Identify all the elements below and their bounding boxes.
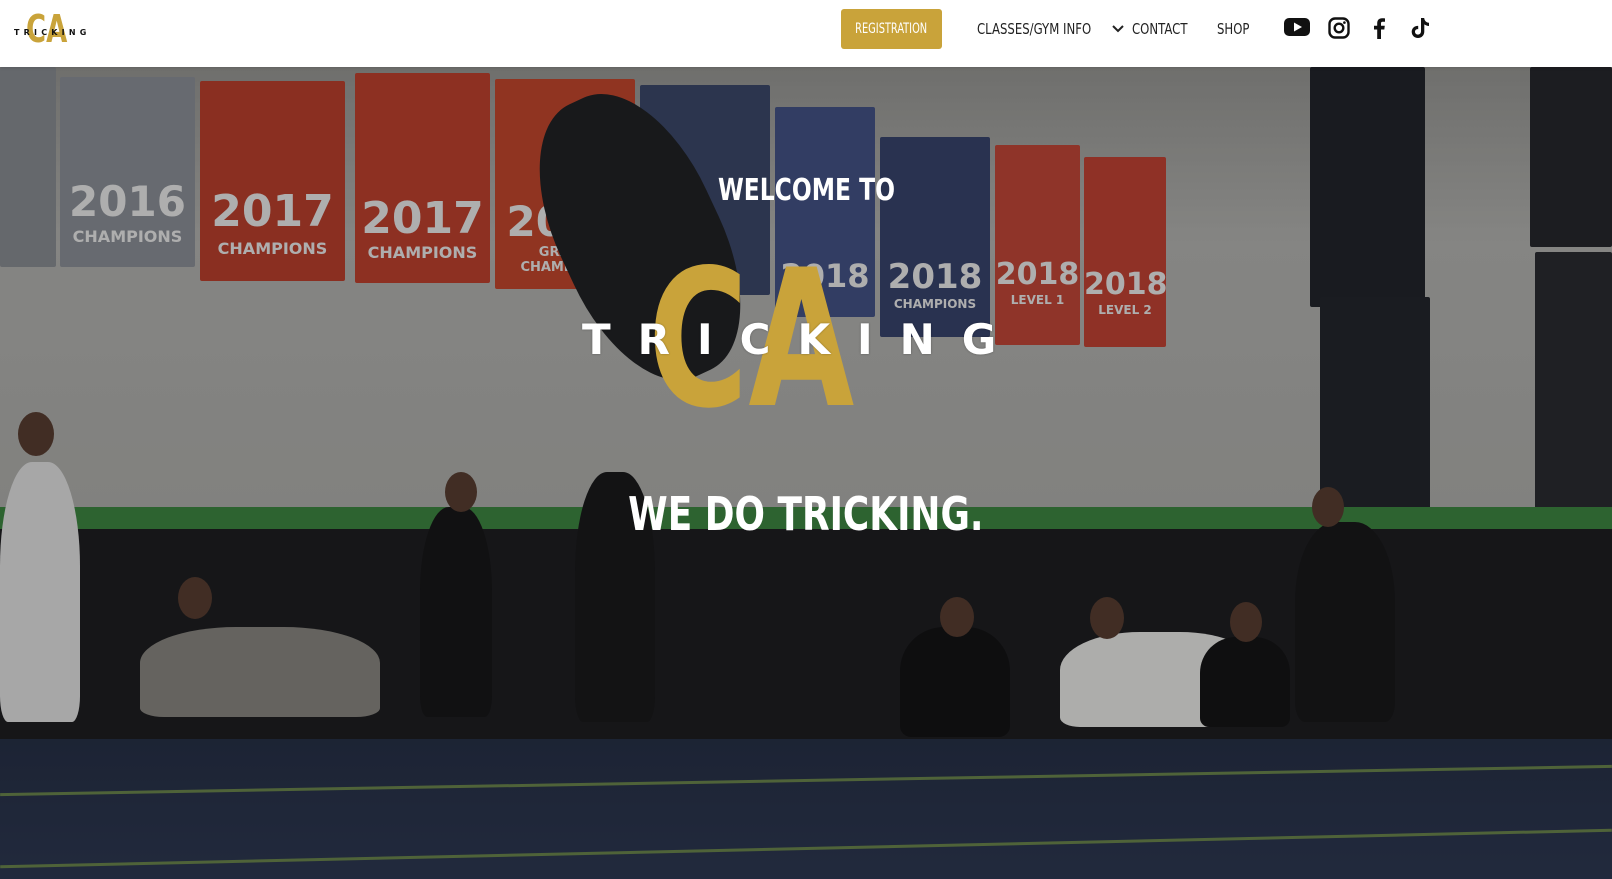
facebook-link[interactable] <box>1372 17 1386 41</box>
tiktok-icon <box>1411 18 1429 38</box>
hero-section: 2016 CHAMPIONS 2017 CHAMPIONS 2017 CHAMP… <box>0 67 1612 879</box>
facebook-icon <box>1374 18 1385 39</box>
main-nav: Registration <box>841 9 942 49</box>
registration-label: Registration <box>855 21 928 37</box>
nav-classes-label: Classes/Gym Info <box>977 20 1092 38</box>
site-header: CA TRICKING Registration Classes/Gym Inf… <box>0 0 1612 67</box>
nav-contact-label: Contact <box>1132 20 1188 38</box>
chevron-down-icon <box>1112 25 1125 33</box>
nav-classes-gym-info[interactable]: Classes/Gym Info <box>977 9 1125 49</box>
tiktok-link[interactable] <box>1410 17 1430 41</box>
nav-contact[interactable]: Contact <box>1132 9 1203 49</box>
hero-tagline: We do tricking. <box>628 487 984 541</box>
nav-shop-label: Shop <box>1217 20 1250 38</box>
youtube-link[interactable] <box>1284 17 1310 41</box>
instagram-link[interactable] <box>1328 17 1350 41</box>
instagram-icon <box>1328 17 1350 39</box>
nav-shop[interactable]: Shop <box>1217 9 1259 49</box>
hero-logo-wordmark: TRICKING <box>582 315 1024 364</box>
youtube-icon <box>1284 18 1310 36</box>
registration-button[interactable]: Registration <box>841 9 942 49</box>
logo-wordmark: TRICKING <box>14 28 91 37</box>
hero-logo: CA TRICKING <box>582 245 996 435</box>
site-logo[interactable]: CA TRICKING <box>12 10 86 52</box>
hero-welcome: Welcome to <box>717 173 895 208</box>
